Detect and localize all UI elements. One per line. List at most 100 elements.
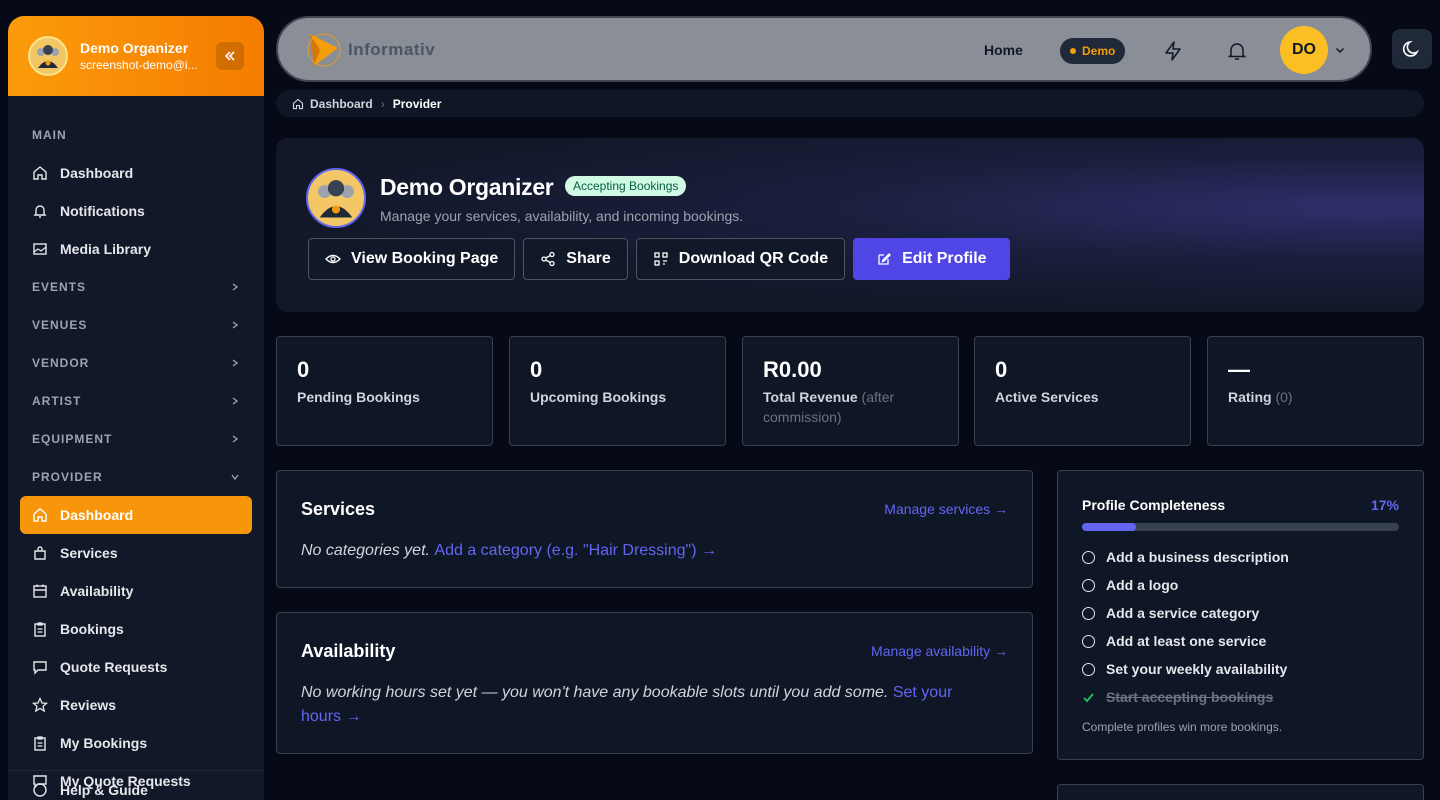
section-provider[interactable]: PROVIDER [20, 458, 252, 496]
provider-subtitle: Manage your services, availability, and … [380, 208, 744, 224]
set-hours-link[interactable]: Set your [893, 684, 953, 701]
add-category-link[interactable]: Add a category (e.g. "Hair Dressing") → [434, 542, 717, 559]
sidebar-item-dashboard[interactable]: Dashboard [20, 154, 252, 192]
sidebar-item-quote-requests[interactable]: Quote Requests [20, 648, 252, 686]
checklist-item[interactable]: Add a service category [1082, 599, 1289, 627]
circle-icon [1082, 550, 1095, 564]
star-icon [32, 697, 48, 713]
stat-label: Active Services [995, 389, 1099, 405]
checklist-item[interactable]: Add a logo [1082, 571, 1289, 599]
chevron-right-icon [232, 397, 239, 405]
status-badge: Accepting Bookings [565, 176, 687, 196]
clipboard-icon [34, 622, 46, 637]
sidebar-nav: MAIN Dashboard Notifications Media Libra… [8, 96, 264, 800]
chevron-down-icon [231, 474, 239, 481]
hero-actions: View Booking Page Share Download QR Code… [308, 238, 1018, 280]
section-equipment[interactable]: EQUIPMENT [20, 420, 252, 458]
user-menu-toggle[interactable] [1334, 44, 1346, 56]
bell-icon [1227, 43, 1247, 60]
sidebar-item-reviews[interactable]: Reviews [20, 686, 252, 724]
profile-completeness-title: Profile Completeness [1082, 497, 1226, 513]
demo-badge[interactable]: Demo [1060, 38, 1126, 64]
quick-actions-button[interactable] [1162, 40, 1184, 62]
section-artist[interactable]: ARTIST [20, 382, 252, 420]
availability-card: Availability Manage availability → No wo… [276, 612, 1033, 754]
set-hours-link[interactable]: hours → [301, 708, 361, 725]
provider-name: Demo Organizer [380, 174, 554, 200]
stat-label: Total Revenue (after commission) [763, 387, 938, 427]
breadcrumb-dashboard[interactable]: Dashboard [310, 97, 373, 111]
sidebar-item-services[interactable]: Services [20, 534, 252, 572]
sidebar-item-label: Media Library [60, 241, 152, 257]
share-icon [541, 251, 555, 267]
sidebar-item-notifications[interactable]: Notifications [20, 192, 252, 230]
download-qr-code-button[interactable]: Download QR Code [635, 238, 846, 280]
section-vendor[interactable]: VENDOR [20, 344, 252, 382]
sidebar-item-availability[interactable]: Availability [20, 572, 252, 610]
stat-label: Upcoming Bookings [530, 389, 667, 405]
share-button[interactable]: Share [523, 238, 628, 280]
section-events-label: EVENTS [32, 280, 87, 294]
image-icon [33, 243, 47, 255]
empty-text: No working hours set yet — you won't hav… [301, 684, 889, 701]
section-main: MAIN [20, 116, 252, 154]
people-icon [318, 180, 354, 218]
sidebar-item-media-library[interactable]: Media Library [20, 230, 252, 268]
home-icon [33, 166, 47, 180]
section-events[interactable]: EVENTS [20, 268, 252, 306]
secondary-card [1057, 784, 1424, 800]
manage-services-link[interactable]: Manage services → [884, 501, 1008, 517]
breadcrumb-current: Provider [392, 96, 442, 111]
stat-value: — [1228, 357, 1250, 382]
sidebar-item-label: Services [60, 545, 118, 561]
manage-availability-link[interactable]: Manage availability → [871, 643, 1008, 659]
progress-bar-fill [1082, 523, 1136, 531]
stat-card-upcoming-bookings: 0 Upcoming Bookings [509, 336, 726, 446]
sidebar: Demo Organizer screenshot-demo@i... MAIN… [8, 16, 264, 800]
moon-icon [1402, 40, 1420, 57]
edit-profile-button[interactable]: Edit Profile [853, 238, 1010, 280]
checklist: Add a business description Add a logo Ad… [1082, 543, 1289, 711]
stat-value: 0 [530, 357, 543, 382]
stat-card-total-revenue: R0.00 Total Revenue (after commission) [742, 336, 959, 446]
stat-value: 0 [297, 357, 310, 382]
checklist-item-label: Start accepting bookings [1106, 689, 1274, 705]
user-name: Demo Organizer [80, 40, 189, 56]
checklist-item[interactable]: Set your weekly availability [1082, 655, 1289, 683]
stat-label-text: Total Revenue [763, 389, 858, 405]
user-avatar[interactable] [28, 36, 68, 76]
stat-value: 0 [995, 357, 1008, 382]
app-logo[interactable]: Informativ [302, 28, 435, 72]
demo-badge-label: Demo [1082, 44, 1116, 58]
circle-icon [1082, 662, 1095, 676]
stat-label: Rating (0) [1228, 387, 1403, 407]
stat-card-active-services: 0 Active Services [974, 336, 1191, 446]
checklist-item-label: Add at least one service [1106, 633, 1267, 649]
checklist-item-label: Set your weekly availability [1106, 661, 1288, 677]
section-equipment-label: EQUIPMENT [32, 432, 113, 446]
section-venues[interactable]: VENUES [20, 306, 252, 344]
sidebar-item-bookings[interactable]: Bookings [20, 610, 252, 648]
breadcrumb: Dashboard › Provider [276, 90, 1424, 117]
checklist-item[interactable]: Add a business description [1082, 543, 1289, 571]
availability-title: Availability [301, 641, 396, 661]
user-menu-avatar[interactable]: DO [1280, 26, 1328, 74]
checklist-item-label: Add a business description [1106, 549, 1289, 565]
checklist-item[interactable]: Add at least one service [1082, 627, 1289, 655]
top-header: Informativ Home Demo DO [276, 16, 1372, 82]
sidebar-item-my-bookings[interactable]: My Bookings [20, 724, 252, 762]
collapse-sidebar-button[interactable] [216, 42, 244, 70]
sidebar-item-provider-dashboard[interactable]: Dashboard [20, 496, 252, 534]
services-card: Services Manage services → No categories… [276, 470, 1033, 588]
button-label: View Booking Page [351, 250, 499, 267]
lightning-icon [1165, 41, 1181, 61]
sidebar-item-help[interactable]: Help & Guide [20, 771, 252, 800]
theme-toggle-button[interactable] [1392, 29, 1432, 69]
notifications-button[interactable] [1226, 40, 1248, 62]
chevrons-left-icon [224, 51, 235, 61]
bell-icon [33, 205, 47, 218]
checklist-item-completed: Start accepting bookings [1082, 683, 1289, 711]
view-booking-page-button[interactable]: View Booking Page [308, 238, 516, 280]
home-link[interactable]: Home [984, 42, 1023, 58]
chevron-right-icon [232, 321, 239, 329]
